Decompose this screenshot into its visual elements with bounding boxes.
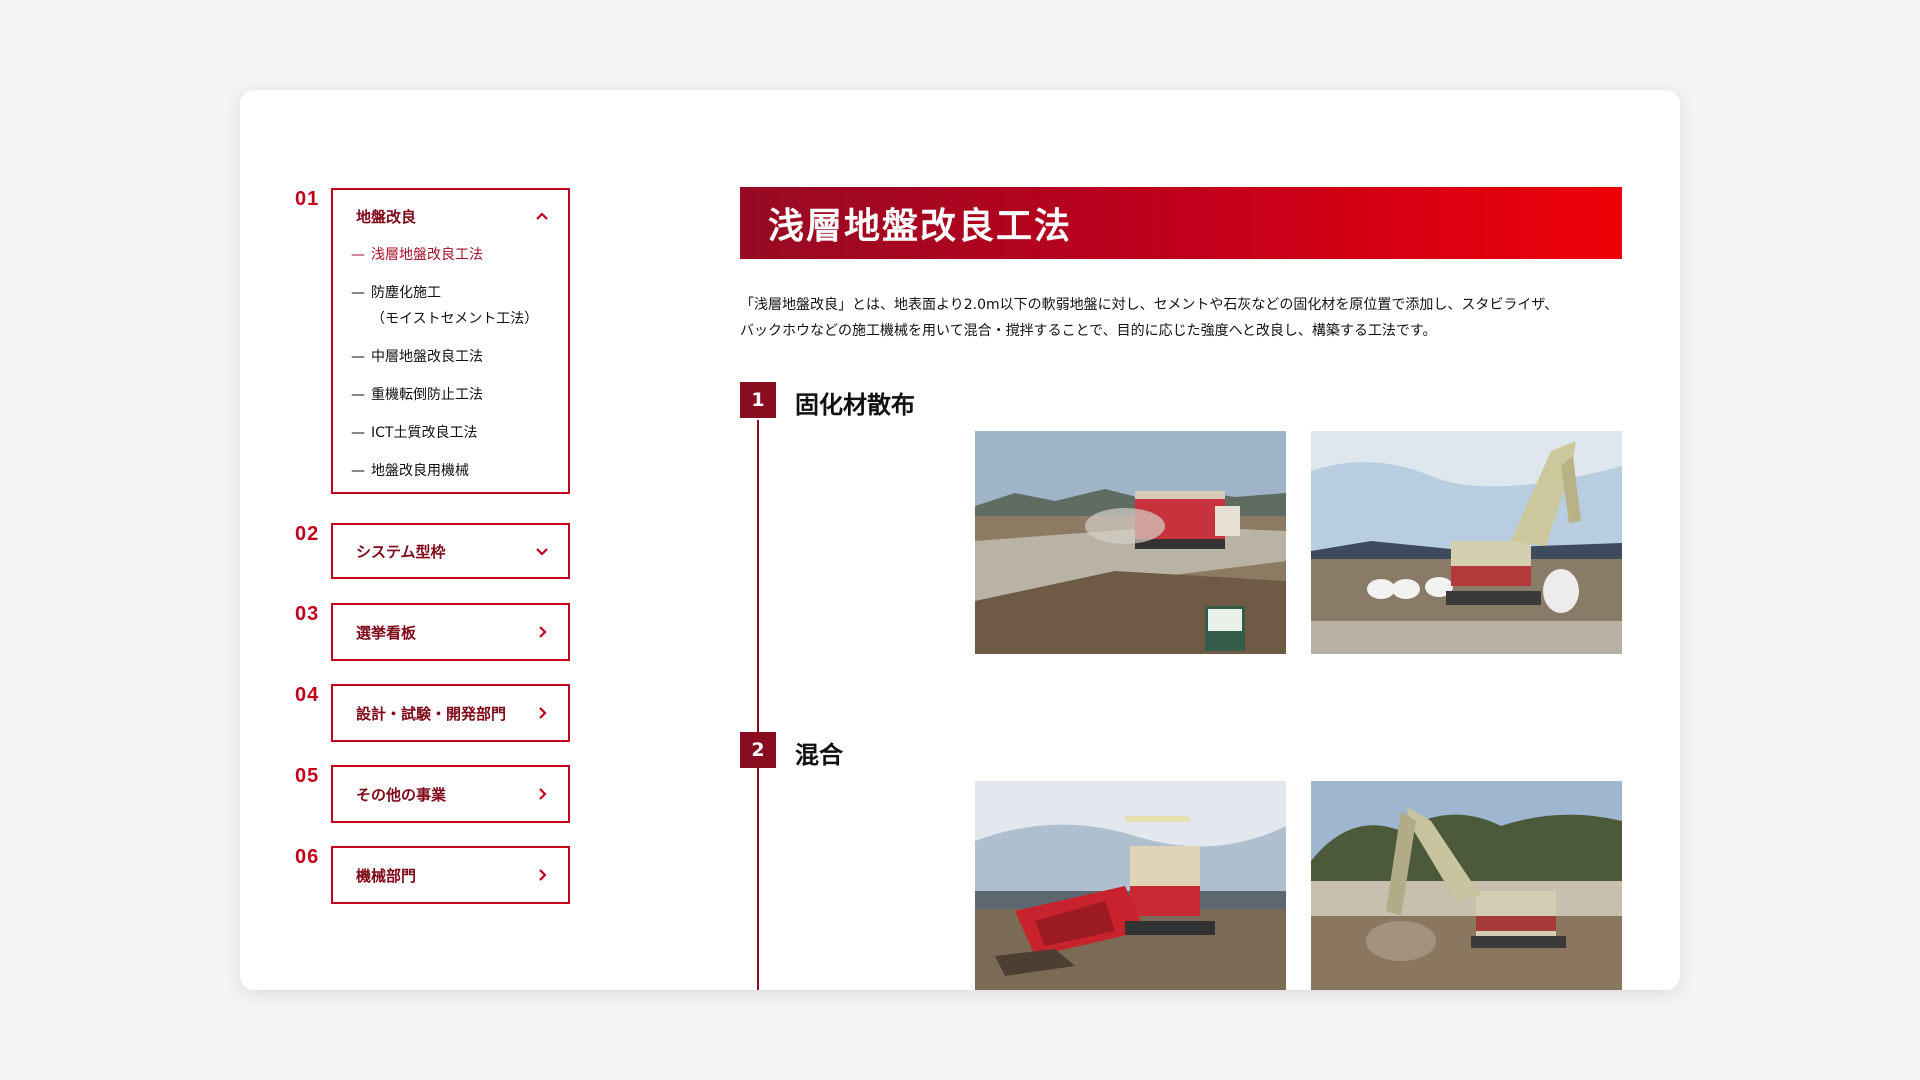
sub-nav-item-dust-prevention[interactable]: — 防塵化施工 （モイストセメント工法） <box>351 280 568 332</box>
excavator-mixing-photo <box>1311 781 1622 990</box>
chevron-up-icon <box>536 212 548 220</box>
nav-number: 03 <box>295 603 320 625</box>
step-title: 混合 <box>795 741 843 769</box>
chevron-right-icon <box>539 869 547 881</box>
chevron-down-icon <box>536 548 548 556</box>
sub-nav-item-ict[interactable]: — ICT土質改良工法 <box>351 420 568 446</box>
nav-button-machinery[interactable]: 機械部門 <box>331 846 570 904</box>
page-title: 浅層地盤改良工法 <box>768 206 1073 247</box>
intro-paragraph: 「浅層地盤改良」とは、地表面より2.0m以下の軟弱地盤に対し、セメントや石灰など… <box>740 297 1559 339</box>
nav-number: 06 <box>295 846 320 868</box>
nav-button-design-testing[interactable]: 設計・試験・開発部門 <box>331 684 570 742</box>
nav-label: 設計・試験・開発部門 <box>356 704 507 723</box>
step-number-badge: 2 <box>740 732 776 768</box>
sub-nav-item-middle-layer[interactable]: — 中層地盤改良工法 <box>351 344 568 370</box>
nav-number: 01 <box>295 188 320 210</box>
excavator-bags-photo <box>1311 431 1622 654</box>
sub-nav-item-shallow-improvement[interactable]: — 浅層地盤改良工法 <box>351 242 568 268</box>
nav-number: 02 <box>295 523 320 545</box>
nav-button-system-formwork[interactable]: システム型枠 <box>331 523 570 579</box>
nav-button-other-business[interactable]: その他の事業 <box>331 765 570 823</box>
sub-nav-list: — 浅層地盤改良工法 — 防塵化施工 （モイストセメント工法） — 中層地盤改良工法 … <box>333 242 568 492</box>
nav-label: 選挙看板 <box>356 623 417 642</box>
nav-box-ground-improvement: 地盤改良 — 浅層地盤改良工法 — 防塵化施工 （モイストセメント工法） — 中層地盤… <box>331 188 570 494</box>
chevron-right-icon <box>539 788 547 800</box>
sub-nav-item-overturn-prevention[interactable]: — 重機転倒防止工法 <box>351 382 568 408</box>
sub-nav-item-machines[interactable]: — 地盤改良用機械 <box>351 458 568 484</box>
nav-button-election-board[interactable]: 選挙看板 <box>331 603 570 661</box>
nav-number: 04 <box>295 684 320 706</box>
nav-label: 地盤改良 <box>356 207 417 226</box>
nav-label: その他の事業 <box>356 785 447 804</box>
step-number-badge: 1 <box>740 382 776 418</box>
chevron-right-icon <box>539 707 547 719</box>
step-title: 固化材散布 <box>795 391 915 419</box>
nav-number: 05 <box>295 765 320 787</box>
stabilizer-machine-photo <box>975 781 1286 990</box>
spreader-truck-photo <box>975 431 1286 654</box>
nav-label: 機械部門 <box>356 866 417 885</box>
chevron-right-icon <box>539 626 547 638</box>
content-card: 01 地盤改良 — 浅層地盤改良工法 — 防塵化施工 （モイストセメント工法） — 中… <box>240 90 1680 990</box>
nav-toggle-ground-improvement[interactable]: 地盤改良 <box>333 190 568 242</box>
nav-label: システム型枠 <box>356 542 446 561</box>
page-title-bar: 浅層地盤改良工法 <box>740 187 1622 259</box>
step-timeline-line <box>757 420 759 990</box>
